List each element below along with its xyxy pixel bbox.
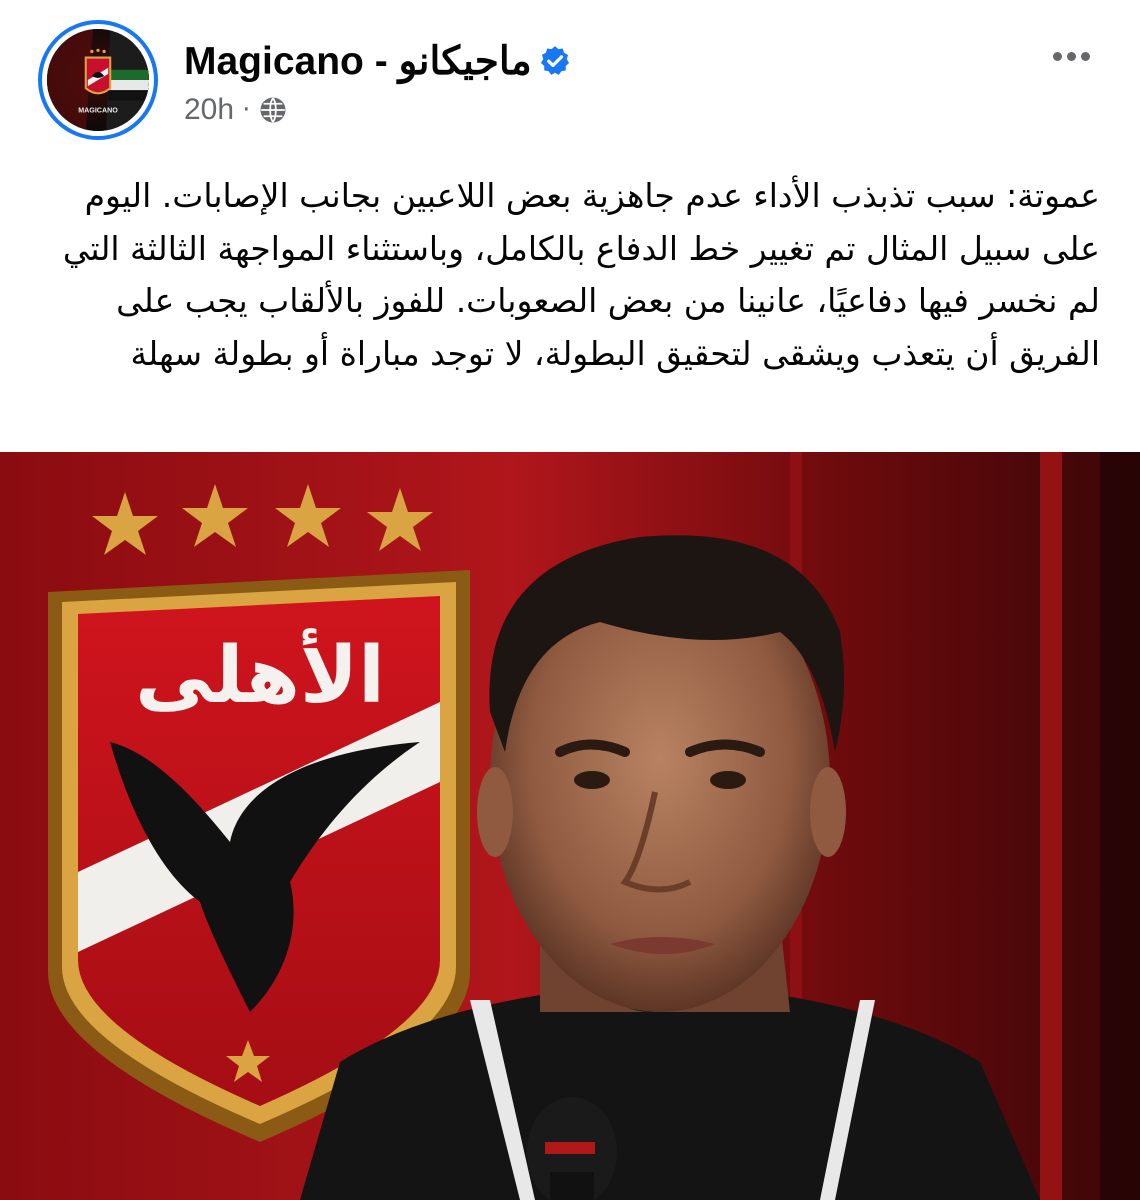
more-options-button[interactable] xyxy=(1046,36,1096,76)
post-timestamp[interactable]: 20h xyxy=(184,93,234,127)
crest-arabic-text: الأهلى xyxy=(135,629,385,721)
avatar-logo-text: MAGICANO xyxy=(78,107,118,115)
globe-icon[interactable] xyxy=(258,95,288,125)
more-dot xyxy=(1052,51,1062,61)
post-body-text: عموتة: سبب تذبذب الأداء عدم جاهزية بعض ا… xyxy=(62,176,1100,373)
press-conference-photo: الأهلى xyxy=(0,452,1140,1200)
profile-avatar[interactable]: MAGICANO xyxy=(47,29,149,131)
verified-badge-icon xyxy=(540,46,569,75)
post-image[interactable]: الأهلى xyxy=(0,452,1140,1200)
avatar-image: MAGICANO xyxy=(47,29,149,131)
author-name[interactable]: Magicano - ماجيكانو xyxy=(184,39,532,84)
profile-avatar-ring[interactable]: MAGICANO xyxy=(38,20,158,140)
more-dot xyxy=(1080,51,1090,61)
meta-separator: · xyxy=(242,95,251,125)
more-dot xyxy=(1066,51,1076,61)
post-header: MAGICANO Magicano - ماجيكانو 20h · xyxy=(0,0,1140,150)
post-meta: 20h · xyxy=(184,90,288,130)
author-row: Magicano - ماجيكانو xyxy=(184,36,572,86)
